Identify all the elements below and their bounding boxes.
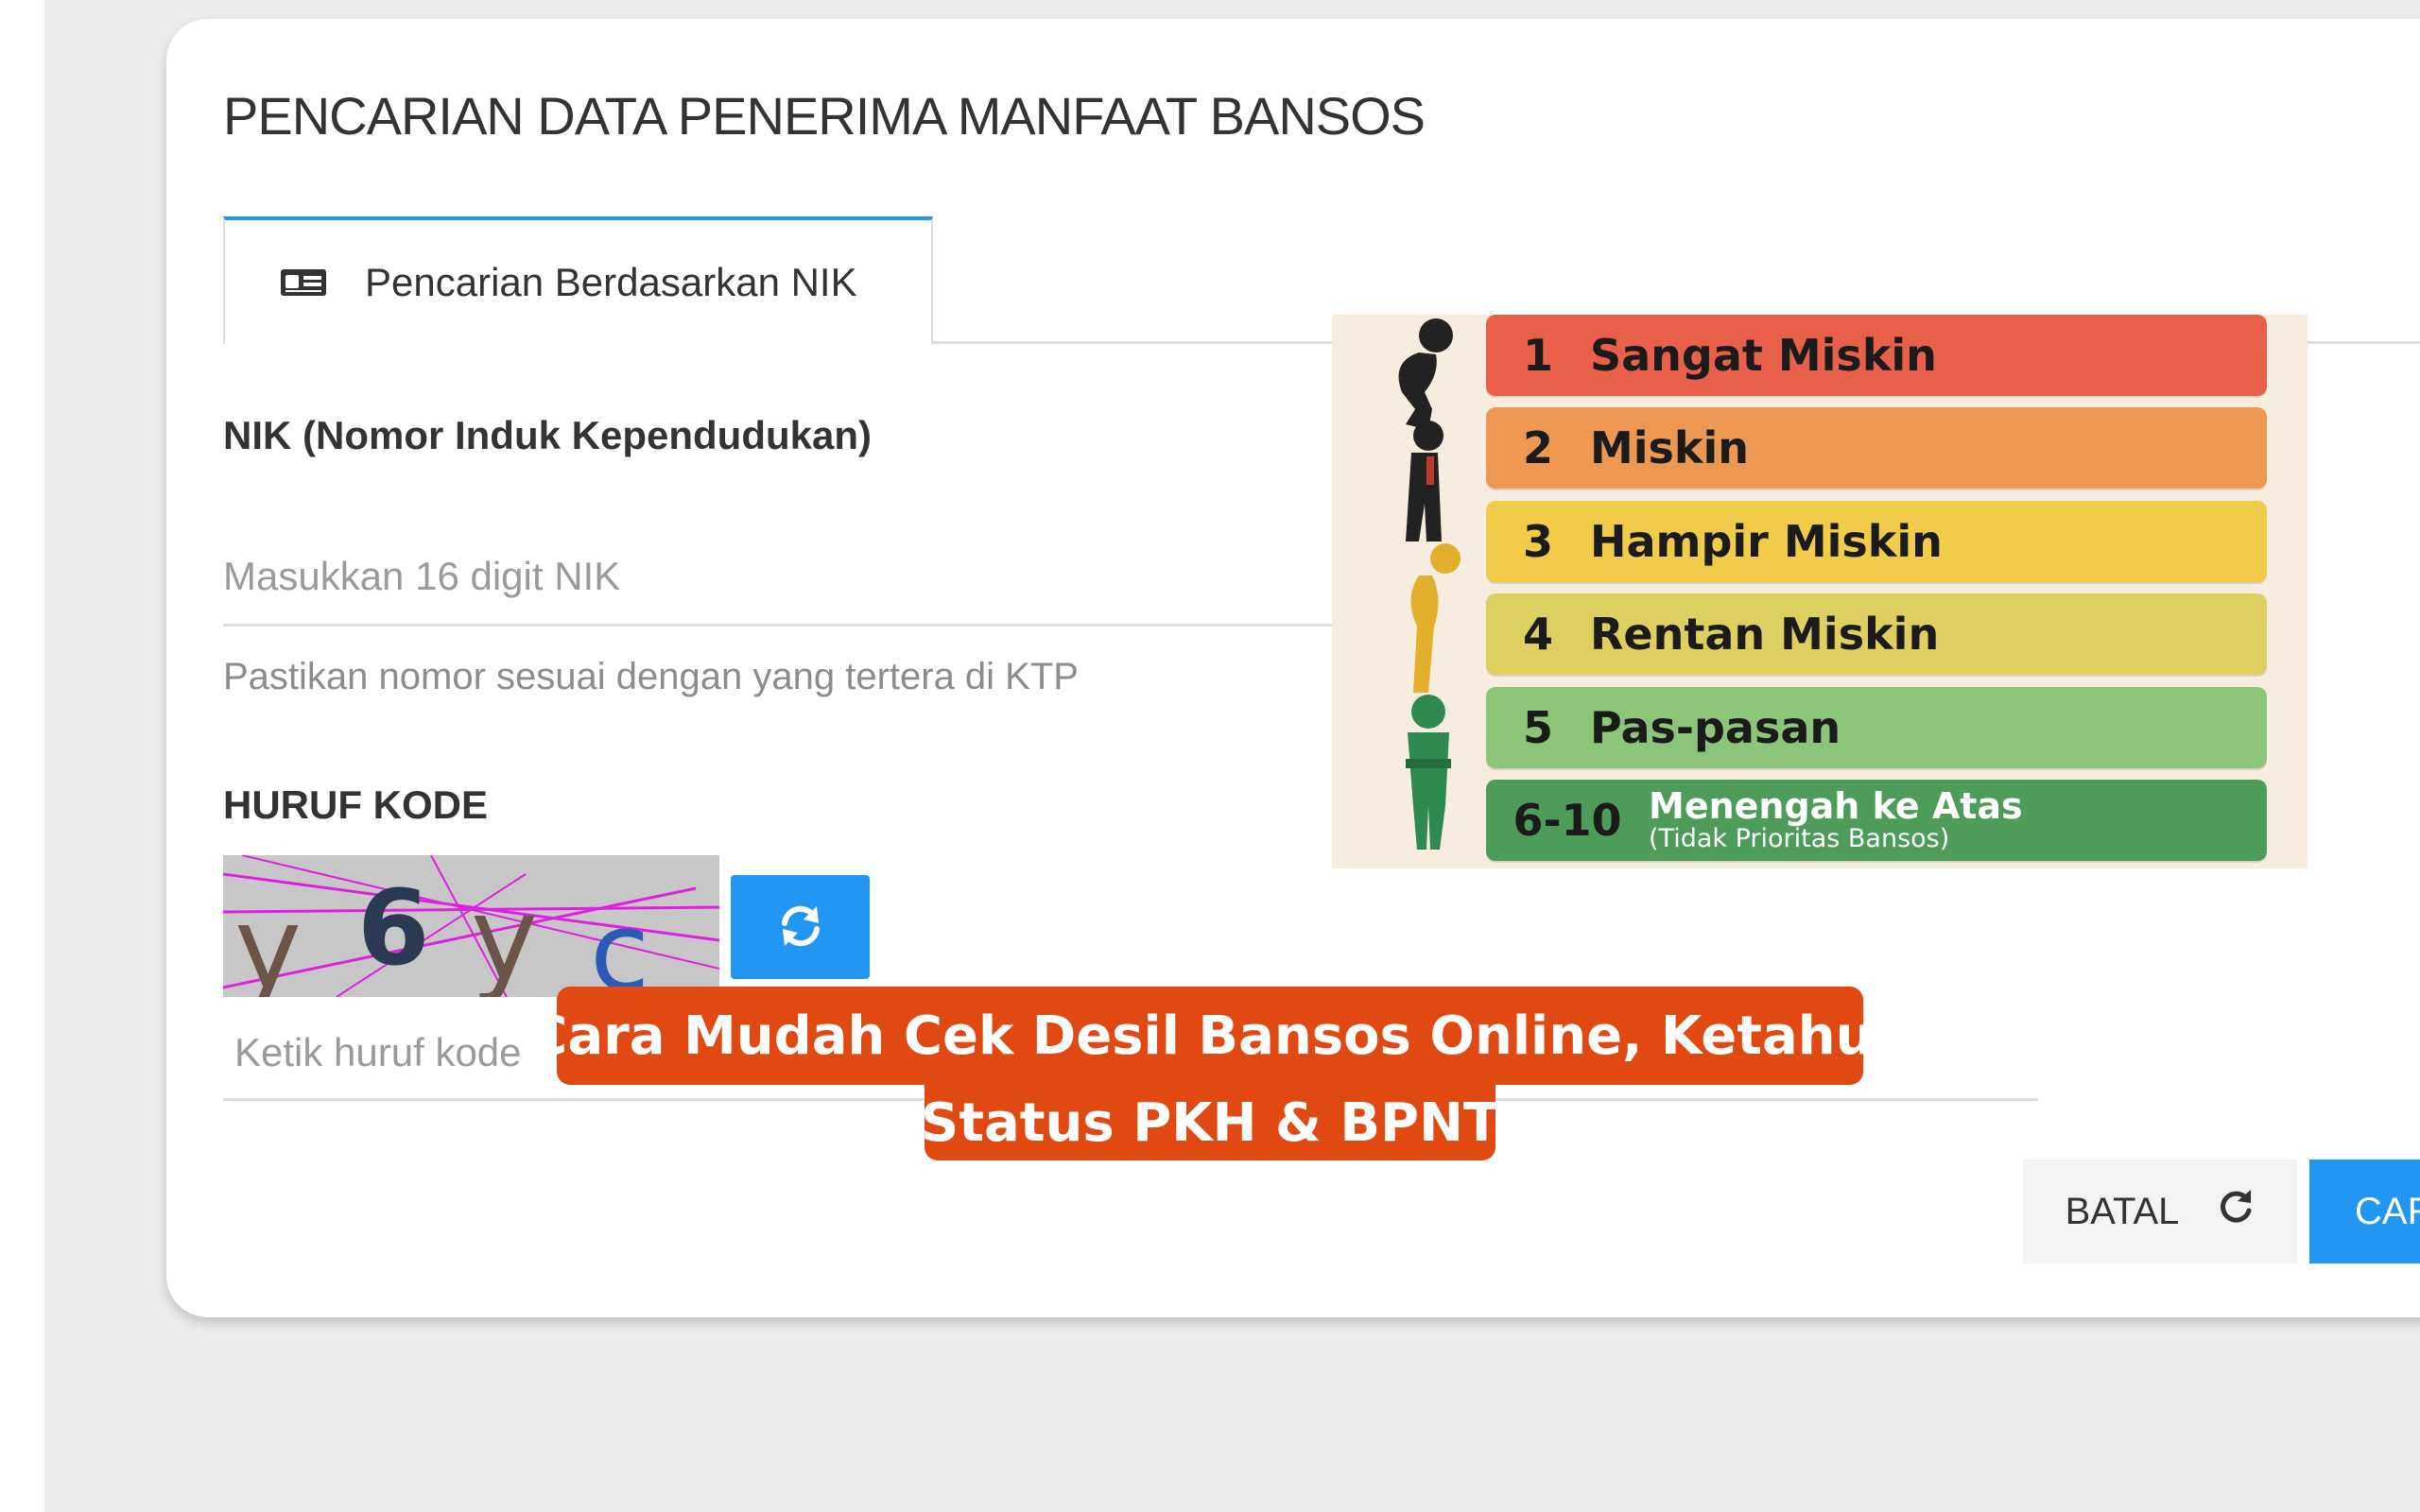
tab-label: Pencarian Berdasarkan NIK — [365, 259, 857, 304]
captcha-refresh-button[interactable] — [731, 875, 870, 979]
desil-row-4: 4 Rentan Miskin — [1486, 593, 2267, 675]
nik-help-text: Pastikan nomor sesuai dengan yang terter… — [223, 656, 1079, 697]
desil-label: Rentan Miskin — [1590, 609, 1940, 660]
desil-number: 3 — [1522, 516, 1553, 567]
captcha-char: 6 — [357, 868, 430, 988]
page-title: PENCARIAN DATA PENERIMA MANFAAT BANSOS — [223, 86, 1426, 146]
desil-label: Miskin — [1590, 422, 1750, 473]
captcha-char: c — [590, 889, 649, 997]
desil-infographic: 1 Sangat Miskin 2 Miskin 3 Hampir Miskin… — [1332, 315, 2308, 868]
desil-row-5: 5 Pas-pasan — [1486, 687, 2267, 768]
cancel-button[interactable]: BATAL — [2023, 1160, 2297, 1263]
desil-row-6: 6-10 Menengah ke Atas (Tidak Prioritas B… — [1486, 780, 2267, 861]
desil-label-group: Menengah ke Atas (Tidak Prioritas Bansos… — [1649, 784, 2023, 853]
cancel-button-label: BATAL — [2065, 1190, 2180, 1232]
reset-icon — [2217, 1188, 2255, 1235]
people-figures-icon — [1353, 315, 1476, 868]
desil-label: Sangat Miskin — [1590, 330, 1937, 381]
search-button[interactable]: CARI — [2309, 1160, 2420, 1263]
captcha-char: y — [471, 874, 538, 997]
desil-number: 1 — [1522, 330, 1553, 381]
desil-label: Menengah ke Atas — [1649, 784, 2023, 827]
desil-number: 5 — [1522, 702, 1553, 753]
refresh-icon — [775, 901, 826, 954]
desil-number: 6-10 — [1512, 795, 1622, 846]
page-left-margin — [0, 0, 44, 1512]
banner-headline-line-2: Status PKH & BPNT — [921, 1085, 1499, 1160]
desil-row-3: 3 Hampir Miskin — [1486, 501, 2267, 582]
desil-label: Hampir Miskin — [1590, 516, 1943, 567]
banner-headline-line-1: Cara Mudah Cek Desil Bansos Online, Keta… — [528, 987, 1892, 1085]
captcha-label: HURUF KODE — [223, 782, 488, 827]
desil-row-2: 2 Miskin — [1486, 407, 2267, 489]
desil-number: 4 — [1522, 609, 1553, 660]
tab-search-by-nik[interactable]: Pencarian Berdasarkan NIK — [223, 216, 933, 344]
captcha-char: y — [234, 884, 302, 997]
desil-number: 2 — [1522, 422, 1553, 473]
captcha-image: y 6 y c — [222, 854, 720, 1016]
desil-row-1: 1 Sangat Miskin — [1486, 315, 2267, 396]
desil-note: (Tidak Prioritas Bansos) — [1649, 823, 1950, 853]
desil-label: Pas-pasan — [1590, 702, 1841, 753]
id-card-icon — [280, 268, 327, 297]
nik-label: NIK (Nomor Induk Kependudukan) — [223, 413, 872, 457]
